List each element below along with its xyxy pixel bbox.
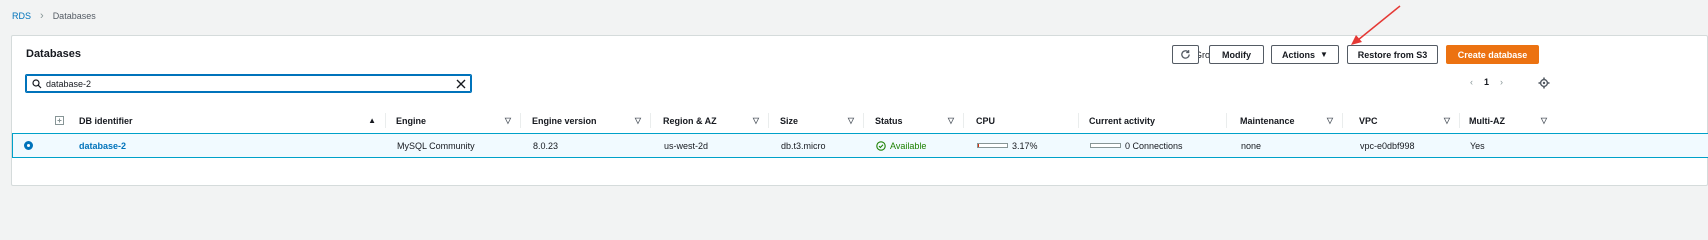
breadcrumb-current: Databases <box>52 11 96 21</box>
search-input[interactable] <box>42 77 456 90</box>
create-database-button[interactable]: Create database <box>1446 45 1539 64</box>
db-identifier-link[interactable]: database-2 <box>79 134 126 157</box>
clear-icon[interactable] <box>456 79 466 89</box>
column-label: Current activity <box>1089 115 1156 126</box>
column-divider <box>1342 113 1343 128</box>
column-region-az[interactable]: Region & AZ ▽ <box>663 106 769 135</box>
column-label: CPU <box>976 115 996 126</box>
column-label: DB identifier <box>79 115 133 126</box>
size-cell: db.t3.micro <box>781 140 826 151</box>
sort-icon: ▽ <box>847 116 854 125</box>
column-db-identifier[interactable]: DB identifier ▲ <box>78 106 386 135</box>
column-cpu[interactable]: CPU <box>976 106 1079 135</box>
breadcrumb-rds-link[interactable]: RDS <box>12 11 31 21</box>
sort-icon: ▽ <box>634 116 641 125</box>
column-label: Engine <box>396 115 427 126</box>
column-divider <box>1226 113 1227 128</box>
sort-icon: ▽ <box>504 116 511 125</box>
vpc-link[interactable]: vpc-e0dbf998 <box>1360 134 1415 157</box>
engine-cell: MySQL Community <box>397 140 475 151</box>
column-current-activity[interactable]: Current activity <box>1089 106 1227 135</box>
cpu-progress-fill <box>978 144 979 147</box>
cpu-cell: 3.17% <box>977 134 1038 157</box>
column-label: Engine version <box>532 115 597 126</box>
actions-button[interactable]: Actions ▼ <box>1271 45 1339 64</box>
status-label: Available <box>890 140 927 151</box>
maintenance-cell: none <box>1241 140 1262 151</box>
sort-icon: ▽ <box>1443 116 1450 125</box>
chevron-right-icon: › <box>40 9 44 22</box>
column-divider <box>385 113 386 128</box>
databases-table: DB identifier ▲ Engine ▽ Engine version … <box>12 106 1708 135</box>
column-vpc[interactable]: VPC ▽ <box>1359 106 1460 135</box>
column-engine-version[interactable]: Engine version ▽ <box>532 106 651 135</box>
table-header: DB identifier ▲ Engine ▽ Engine version … <box>12 106 1708 135</box>
page-number[interactable]: 1 <box>1484 77 1489 87</box>
activity-value: 0 Connections <box>1125 140 1183 151</box>
breadcrumb: RDS › Databases <box>12 9 96 22</box>
sort-icon: ▽ <box>1326 116 1333 125</box>
radio-selected-icon <box>24 141 33 150</box>
column-multi-az[interactable]: Multi-AZ ▽ <box>1469 106 1557 135</box>
column-label: Status <box>875 115 903 126</box>
sort-ascending-icon: ▲ <box>368 116 376 125</box>
column-engine[interactable]: Engine ▽ <box>396 106 521 135</box>
activity-progress-bar <box>1090 143 1121 148</box>
sort-icon: ▽ <box>1540 116 1547 125</box>
refresh-icon <box>1181 50 1190 59</box>
cpu-value: 3.17% <box>1012 140 1038 151</box>
actions-label: Actions <box>1282 49 1316 60</box>
column-divider <box>963 113 964 128</box>
column-label: Region & AZ <box>663 115 717 126</box>
chevron-right-icon[interactable]: › <box>1500 77 1503 87</box>
refresh-button[interactable] <box>1172 45 1199 64</box>
column-size[interactable]: Size ▽ <box>780 106 864 135</box>
column-divider <box>1078 113 1079 128</box>
sort-icon: ▽ <box>752 116 759 125</box>
status-cell: Available <box>876 134 926 157</box>
databases-panel: Databases Group resources Modify Actions… <box>11 35 1708 186</box>
column-maintenance[interactable]: Maintenance ▽ <box>1240 106 1343 135</box>
check-circle-icon <box>876 140 886 151</box>
column-divider <box>650 113 651 128</box>
pagination: ‹ 1 › <box>1470 77 1503 87</box>
region-az-cell: us-west-2d <box>664 140 709 151</box>
panel-title: Databases <box>26 48 82 60</box>
sort-icon: ▽ <box>947 116 954 125</box>
column-label: VPC <box>1359 115 1378 126</box>
engine-version-cell: 8.0.23 <box>533 140 559 151</box>
chevron-left-icon[interactable]: ‹ <box>1470 77 1473 87</box>
table-row[interactable]: database-2 MySQL Community 8.0.23 us-wes… <box>12 133 1708 158</box>
gear-icon[interactable] <box>1538 77 1550 89</box>
search-icon <box>32 78 42 89</box>
search-field[interactable] <box>25 74 472 93</box>
row-select-radio[interactable] <box>24 134 33 157</box>
column-divider <box>768 113 769 128</box>
column-label: Size <box>780 115 799 126</box>
expand-all-icon[interactable] <box>55 106 69 135</box>
column-divider <box>1459 113 1460 128</box>
column-label: Maintenance <box>1240 115 1295 126</box>
multi-az-cell: Yes <box>1470 140 1485 151</box>
column-label: Multi-AZ <box>1469 115 1505 126</box>
caret-down-icon: ▼ <box>1320 50 1328 59</box>
column-status[interactable]: Status ▽ <box>875 106 964 135</box>
cpu-progress-bar <box>977 143 1008 148</box>
modify-button[interactable]: Modify <box>1209 45 1264 64</box>
column-divider <box>520 113 521 128</box>
restore-from-s3-button[interactable]: Restore from S3 <box>1347 45 1438 64</box>
activity-cell: 0 Connections <box>1090 134 1183 157</box>
column-divider <box>863 113 864 128</box>
